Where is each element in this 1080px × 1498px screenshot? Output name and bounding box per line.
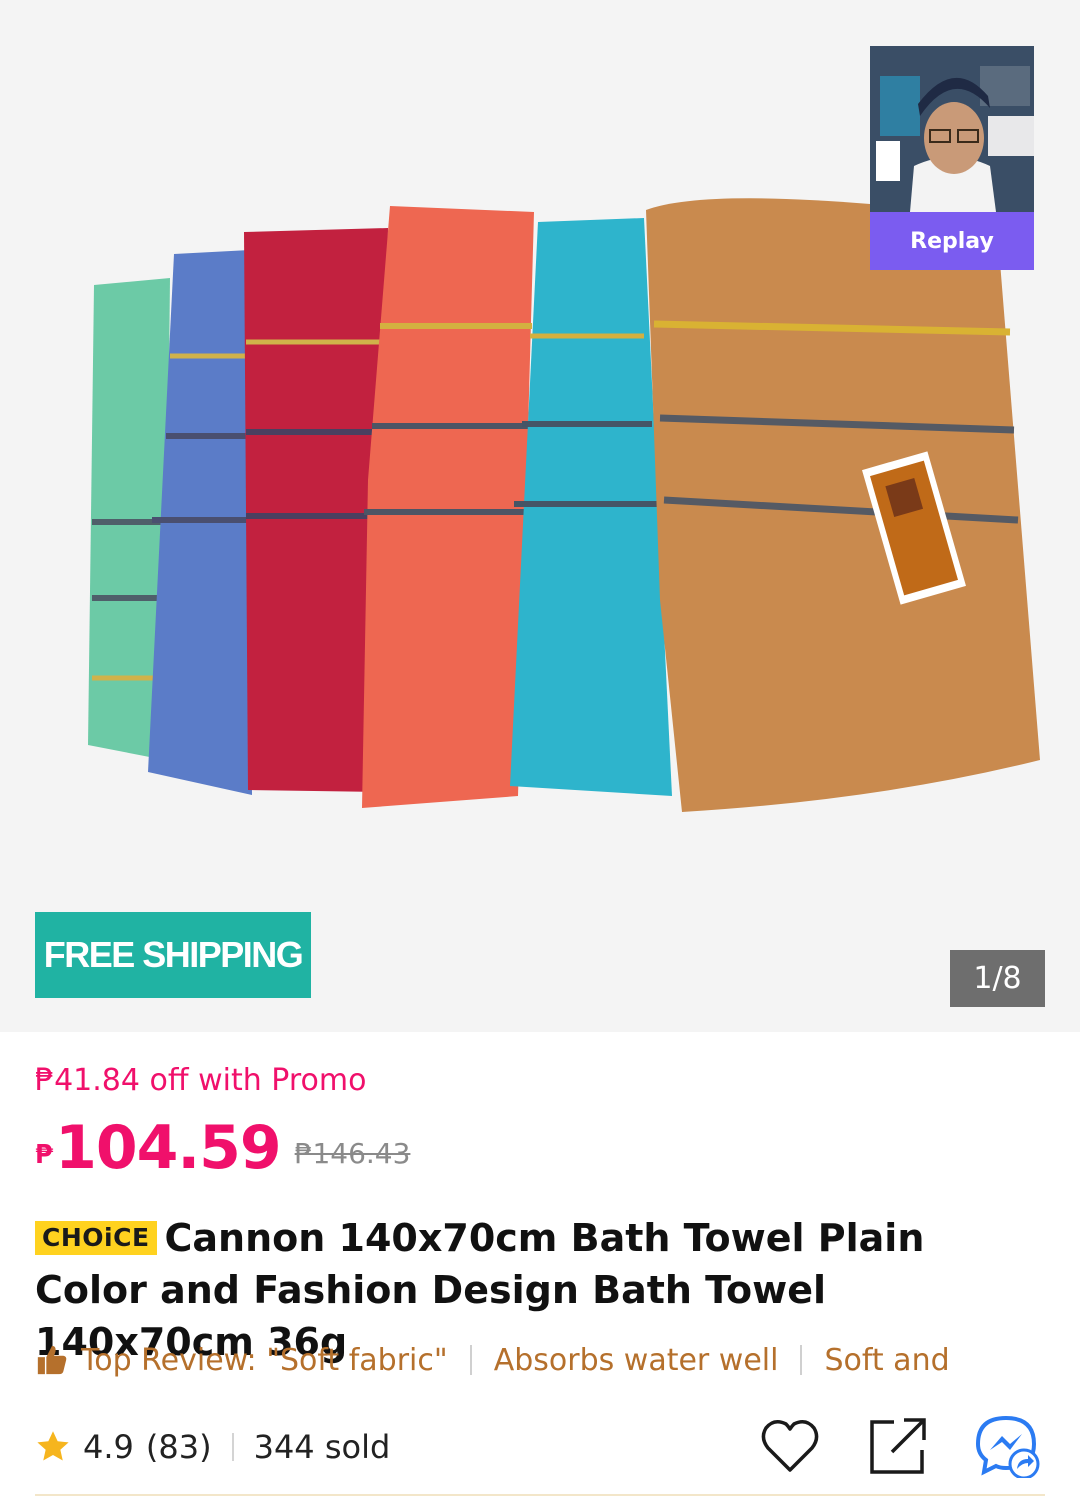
review-count: (83) bbox=[145, 1428, 212, 1466]
review-highlight-item[interactable]: Top Review: "Soft fabric" bbox=[81, 1343, 448, 1378]
divider bbox=[800, 1345, 803, 1375]
video-preview-image bbox=[870, 46, 1034, 212]
divider bbox=[231, 1433, 234, 1461]
star-icon bbox=[37, 1431, 69, 1461]
price-row: ₱ 104.59 ₱146.43 bbox=[35, 1110, 410, 1180]
towel-cyan bbox=[510, 218, 672, 796]
choice-badge: CHOiCE bbox=[35, 1221, 157, 1255]
promo-discount-text: ₱41.84 off with Promo bbox=[35, 1063, 367, 1098]
review-highlight-item[interactable]: Soft and bbox=[824, 1343, 949, 1378]
towel-tan bbox=[646, 198, 1040, 812]
divider bbox=[35, 1494, 1045, 1496]
towel-salmon bbox=[362, 206, 534, 808]
replay-button[interactable]: Replay bbox=[870, 212, 1034, 270]
video-thumbnail[interactable]: Replay bbox=[870, 46, 1034, 270]
divider bbox=[469, 1345, 472, 1375]
messenger-icon bbox=[975, 1415, 1040, 1480]
wishlist-button[interactable] bbox=[758, 1414, 822, 1478]
thumbs-up-icon bbox=[37, 1345, 67, 1375]
heart-icon bbox=[761, 1420, 819, 1472]
share-icon bbox=[870, 1418, 926, 1474]
free-shipping-badge: FREE SHIPPING bbox=[35, 912, 311, 998]
review-highlight-item[interactable]: Absorbs water well bbox=[494, 1343, 779, 1378]
sold-count: 344 sold bbox=[253, 1428, 391, 1466]
current-price: 104.59 bbox=[55, 1113, 282, 1183]
share-button[interactable] bbox=[866, 1414, 930, 1478]
original-price: ₱146.43 bbox=[294, 1137, 411, 1170]
product-image-gallery[interactable]: Replay FREE SHIPPING 1/8 bbox=[0, 0, 1080, 1032]
messenger-share-button[interactable] bbox=[974, 1414, 1040, 1480]
rating-value: 4.9 bbox=[83, 1428, 134, 1466]
rating-and-sales[interactable]: 4.9 (83) 344 sold bbox=[35, 1420, 390, 1474]
image-counter: 1/8 bbox=[950, 950, 1045, 1007]
review-highlights[interactable]: Top Review: "Soft fabric" Absorbs water … bbox=[35, 1336, 1045, 1384]
currency-symbol: ₱ bbox=[35, 1140, 54, 1170]
